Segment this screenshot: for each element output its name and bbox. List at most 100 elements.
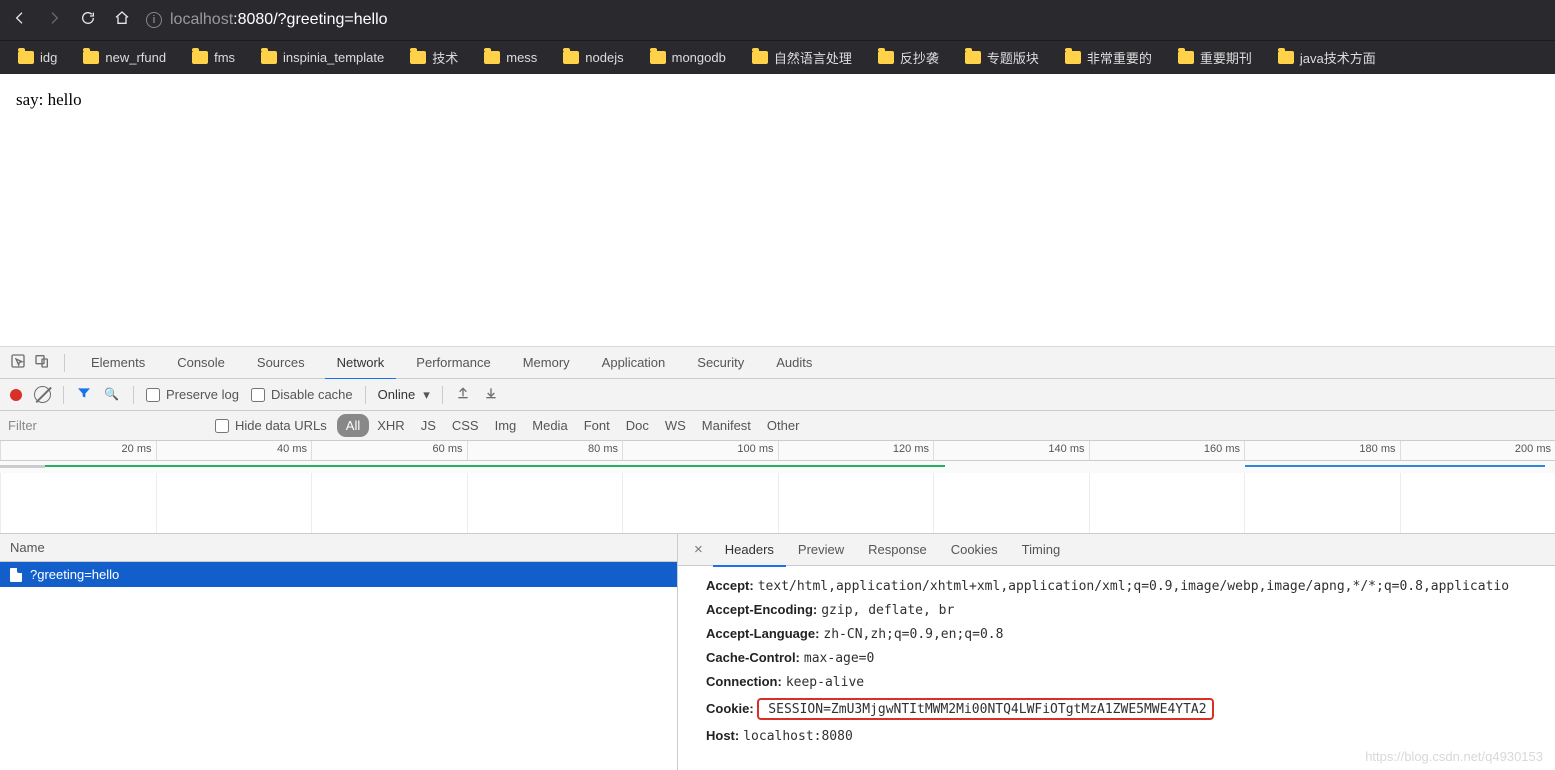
ruler-tick: 120 ms — [778, 441, 934, 460]
network-toolbar: Preserve log Disable cache Online ▾ — [0, 379, 1555, 411]
filter-type-media[interactable]: Media — [524, 414, 575, 437]
folder-icon — [192, 51, 208, 64]
folder-icon — [1278, 51, 1294, 64]
devtools-tab-application[interactable]: Application — [590, 347, 678, 378]
site-info-icon[interactable]: i — [146, 12, 162, 28]
bookmark-item[interactable]: 非常重要的 — [1057, 45, 1160, 70]
filter-type-js[interactable]: JS — [413, 414, 444, 437]
header-cookie: Cookie: SESSION=ZmU3MjgwNTItMWM2Mi00NTQ4… — [706, 694, 1555, 724]
bookmark-item[interactable]: java技术方面 — [1270, 45, 1384, 70]
header-cache-control: Cache-Control:max-age=0 — [706, 646, 1555, 670]
bookmark-item[interactable]: mongodb — [642, 47, 734, 68]
upload-har-icon[interactable] — [455, 385, 471, 404]
filter-type-other[interactable]: Other — [759, 414, 808, 437]
bookmark-label: java技术方面 — [1300, 48, 1376, 67]
requests-list: Name ?greeting=hello — [0, 534, 678, 770]
ruler-tick: 80 ms — [467, 441, 623, 460]
filter-type-img[interactable]: Img — [487, 414, 525, 437]
devtools-panel: Elements Console Sources NetworkPerformance… — [0, 347, 1555, 770]
filter-type-all[interactable]: All — [337, 414, 369, 437]
timeline-overview[interactable]: 20 ms40 ms60 ms80 ms100 ms120 ms140 ms16… — [0, 441, 1555, 534]
devtools-tab-audits[interactable]: Audits — [764, 347, 824, 378]
device-toggle-icon[interactable] — [34, 353, 50, 372]
ruler-tick: 200 ms — [1400, 441, 1555, 460]
folder-icon — [563, 51, 579, 64]
devtools-tab-elements[interactable]: Elements — [79, 347, 157, 378]
throttling-select[interactable]: Online ▾ — [378, 387, 430, 403]
detail-tab-headers[interactable]: Headers — [713, 534, 786, 567]
folder-icon — [261, 51, 277, 64]
filter-row: Hide data URLs AllXHRJSCSSImgMediaFontDo… — [0, 411, 1555, 441]
inspect-icon[interactable] — [10, 353, 26, 372]
header-accept-language: Accept-Language:zh-CN,zh;q=0.9,en;q=0.8 — [706, 622, 1555, 646]
download-har-icon[interactable] — [483, 385, 499, 404]
detail-tab-timing[interactable]: Timing — [1010, 534, 1073, 565]
bookmark-item[interactable]: 反抄袭 — [870, 45, 947, 70]
record-button[interactable] — [10, 389, 22, 401]
bookmark-item[interactable]: mess — [476, 47, 545, 68]
filter-type-xhr[interactable]: XHR — [369, 414, 412, 437]
devtools-tab-memory[interactable]: Memory — [511, 347, 582, 378]
bookmark-item[interactable]: idg — [10, 47, 65, 68]
ruler-tick: 20 ms — [0, 441, 156, 460]
disable-cache-checkbox[interactable]: Disable cache — [251, 387, 353, 402]
reload-button[interactable] — [78, 10, 98, 31]
bookmark-item[interactable]: 自然语言处理 — [744, 45, 860, 70]
bookmark-item[interactable]: inspinia_template — [253, 47, 392, 68]
filter-type-manifest[interactable]: Manifest — [694, 414, 759, 437]
devtools-tab-network[interactable]: Network — [325, 347, 397, 380]
bookmark-label: idg — [40, 50, 57, 65]
filter-type-ws[interactable]: WS — [657, 414, 694, 437]
search-icon[interactable] — [104, 386, 121, 403]
forward-button[interactable] — [44, 10, 64, 31]
filter-toggle-icon[interactable] — [76, 385, 92, 404]
browser-nav-bar: i localhost:8080/?greeting=hello — [0, 0, 1555, 40]
preserve-log-checkbox[interactable]: Preserve log — [146, 387, 239, 402]
timeline-lanes — [0, 473, 1555, 533]
devtools-tab-performance[interactable]: Performance — [404, 347, 502, 378]
home-button[interactable] — [112, 10, 132, 31]
clear-button[interactable] — [34, 386, 51, 403]
timeline-track — [0, 461, 1555, 473]
chevron-down-icon: ▾ — [423, 387, 430, 403]
bookmark-item[interactable]: nodejs — [555, 47, 631, 68]
hide-data-urls-checkbox[interactable]: Hide data URLs — [215, 418, 327, 433]
header-accept: Accept:text/html,application/xhtml+xml,a… — [706, 574, 1555, 598]
filter-type-font[interactable]: Font — [576, 414, 618, 437]
bookmark-item[interactable]: new_rfund — [75, 47, 174, 68]
ruler-tick: 160 ms — [1089, 441, 1245, 460]
request-row[interactable]: ?greeting=hello — [0, 562, 677, 587]
address-bar[interactable]: i localhost:8080/?greeting=hello — [146, 11, 1545, 29]
detail-tab-preview[interactable]: Preview — [786, 534, 856, 565]
filter-type-css[interactable]: CSS — [444, 414, 487, 437]
ruler-tick: 140 ms — [933, 441, 1089, 460]
bookmark-item[interactable]: 专题版块 — [957, 45, 1047, 70]
folder-icon — [1178, 51, 1194, 64]
separator — [64, 354, 65, 372]
detail-tab-cookies[interactable]: Cookies — [939, 534, 1010, 565]
folder-icon — [83, 51, 99, 64]
filter-type-doc[interactable]: Doc — [618, 414, 657, 437]
bookmark-item[interactable]: fms — [184, 47, 243, 68]
bookmark-item[interactable]: 技术 — [402, 45, 466, 70]
bookmark-item[interactable]: 重要期刊 — [1170, 45, 1260, 70]
devtools-tabs: Elements Console Sources NetworkPerformance… — [0, 347, 1555, 379]
filter-input[interactable] — [0, 412, 215, 439]
requests-column-name[interactable]: Name — [0, 534, 677, 562]
folder-icon — [965, 51, 981, 64]
devtools-tab-sources[interactable]: Sources — [245, 347, 317, 378]
detail-tab-response[interactable]: Response — [856, 534, 939, 565]
folder-icon — [878, 51, 894, 64]
bookmark-label: 重要期刊 — [1200, 48, 1252, 67]
folder-icon — [410, 51, 426, 64]
bookmark-label: 技术 — [432, 48, 458, 67]
devtools-tab-security[interactable]: Security — [685, 347, 756, 378]
back-button[interactable] — [10, 10, 30, 31]
header-connection: Connection:keep-alive — [706, 670, 1555, 694]
close-details-button[interactable]: × — [684, 541, 713, 558]
devtools-tab-console[interactable]: Console — [165, 347, 237, 378]
timeline-bar-domcontent — [45, 465, 945, 467]
folder-icon — [650, 51, 666, 64]
timeline-bar-load — [1245, 465, 1545, 467]
bookmark-label: 专题版块 — [987, 48, 1039, 67]
